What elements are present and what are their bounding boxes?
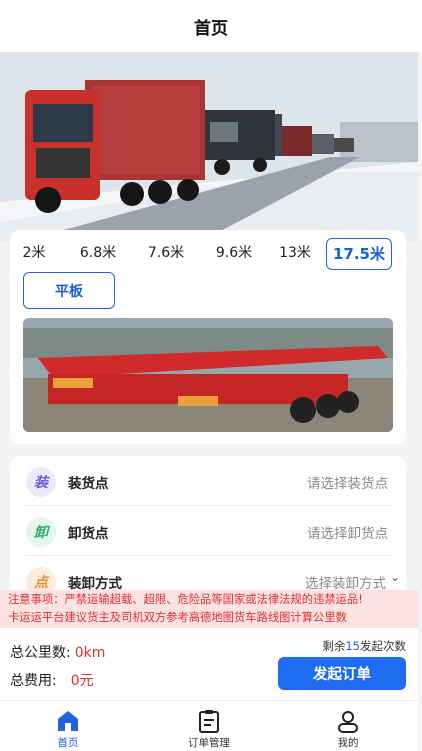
vehicle-length-tabs: 2米 6.8米 7.6米 9.6米 13米 17.5米 bbox=[10, 236, 406, 270]
address-form-card: 装 装货点 请选择装货点 卸 卸货点 请选择卸货点 点 装卸方式 选择装卸方式 … bbox=[10, 456, 406, 597]
tab-profile[interactable]: 我的 bbox=[298, 705, 398, 749]
unload-badge-icon: 卸 bbox=[26, 517, 56, 547]
load-badge-icon: 装 bbox=[26, 467, 56, 497]
flatbed-trailer-image bbox=[23, 318, 393, 432]
notice-banner: 注意事项：严禁运输超载、超限、危险品等国家或法律法规的违禁运品! 卡运运平台建议… bbox=[0, 590, 418, 628]
user-icon bbox=[338, 711, 358, 733]
notice-line-2: 卡运运平台建议货主及司机双方参考高德地图货车路线图计算公里数 bbox=[8, 611, 347, 624]
home-icon bbox=[58, 711, 78, 731]
length-option-7-6m[interactable]: 7.6米 bbox=[136, 238, 196, 268]
load-point-placeholder[interactable]: 请选择装货点 bbox=[307, 472, 388, 492]
notice-line-1: 注意事项：严禁运输超载、超限、危险品等国家或法律法规的违禁运品! bbox=[8, 593, 363, 606]
total-distance: 总公里数: 0km bbox=[10, 642, 105, 662]
hero-banner-image bbox=[0, 52, 418, 242]
total-cost: 总费用: 0元 bbox=[10, 670, 94, 690]
length-option-17-5m[interactable]: 17.5米 bbox=[326, 238, 392, 270]
clipboard-icon bbox=[199, 710, 219, 733]
tab-orders-label: 订单管理 bbox=[188, 737, 230, 749]
total-cost-value: 0元 bbox=[70, 673, 94, 689]
order-summary-panel: 总公里数: 0km 总费用: 0元 剩余15发起次数 发起订单 bbox=[0, 628, 418, 700]
page-header: 首页 bbox=[0, 0, 422, 52]
length-option-9-6m[interactable]: 9.6米 bbox=[204, 238, 264, 268]
load-point-label: 装货点 bbox=[68, 476, 109, 492]
total-distance-label: 总公里数: bbox=[10, 645, 71, 661]
total-distance-value: 0km bbox=[74, 645, 106, 661]
chevron-down-icon[interactable]: ⌄ bbox=[390, 570, 400, 584]
load-method-placeholder[interactable]: 选择装卸方式 bbox=[305, 572, 386, 592]
length-option-2m[interactable]: 2米 bbox=[14, 238, 54, 268]
vehicle-type-flatbed-button[interactable]: 平板 bbox=[23, 272, 115, 309]
page-title: 首页 bbox=[194, 18, 228, 39]
tab-orders[interactable]: 订单管理 bbox=[159, 705, 259, 749]
bottom-tab-bar: 首页 订单管理 我的 bbox=[0, 700, 418, 751]
tab-home-label: 首页 bbox=[57, 737, 79, 749]
unload-point-placeholder[interactable]: 请选择卸货点 bbox=[307, 522, 388, 542]
load-point-row[interactable]: 装 装货点 请选择装货点 bbox=[10, 456, 406, 506]
remaining-count: 15 bbox=[345, 639, 360, 653]
remaining-suffix: 发起次数 bbox=[360, 639, 406, 653]
submit-order-button[interactable]: 发起订单 bbox=[278, 657, 406, 690]
vehicle-selection-card: 2米 6.8米 7.6米 9.6米 13米 17.5米 平板 bbox=[10, 230, 406, 444]
total-cost-label: 总费用: bbox=[10, 673, 57, 689]
length-option-6-8m[interactable]: 6.8米 bbox=[68, 238, 128, 268]
unload-point-row[interactable]: 卸 卸货点 请选择卸货点 bbox=[10, 506, 406, 556]
remaining-prefix: 剩余 bbox=[322, 639, 346, 653]
length-option-13m[interactable]: 13米 bbox=[270, 238, 320, 268]
tab-home[interactable]: 首页 bbox=[18, 705, 118, 749]
tab-profile-label: 我的 bbox=[337, 737, 359, 749]
load-method-label: 装卸方式 bbox=[68, 576, 122, 592]
unload-point-label: 卸货点 bbox=[68, 526, 109, 542]
remaining-orders-text: 剩余15发起次数 bbox=[322, 638, 406, 654]
